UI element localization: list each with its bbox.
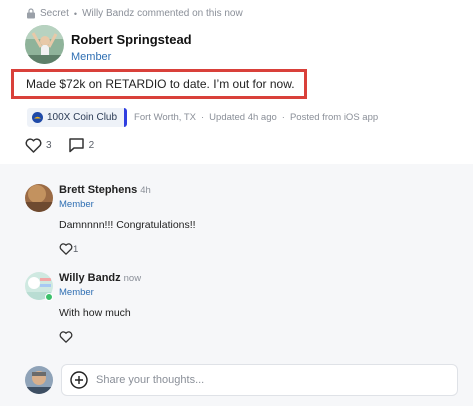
like-count: 3	[46, 139, 52, 151]
comment-like-button[interactable]	[59, 331, 141, 343]
heart-icon	[59, 243, 73, 255]
club-badge-icon	[32, 112, 43, 123]
post-author: Robert Springstead Member	[25, 25, 192, 64]
heart-icon	[25, 137, 42, 153]
comment-like-count: 1	[73, 243, 79, 255]
comment-time: now	[123, 273, 142, 284]
online-status-dot	[45, 293, 53, 301]
separator-dot: ·	[201, 112, 205, 123]
club-name: 100X Coin Club	[47, 112, 118, 123]
commenter-avatar[interactable]	[25, 184, 53, 212]
activity-user[interactable]: Willy Bandz	[82, 8, 134, 19]
commenter-name[interactable]: Willy Bandz	[59, 272, 121, 284]
plus-circle-icon[interactable]	[70, 371, 88, 389]
commenter-role: Member	[59, 199, 94, 210]
comment-input[interactable]	[96, 374, 436, 386]
activity-time: now	[224, 8, 243, 19]
post-location: Fort Worth, TX	[134, 112, 196, 123]
separator-dot: •	[73, 8, 78, 19]
comment-count: 2	[88, 139, 95, 151]
post-updated: Updated 4h ago	[209, 112, 277, 123]
post-activity-line: Secret • Willy Bandz commented on this n…	[26, 8, 243, 19]
post-source: Posted from iOS app	[289, 112, 379, 123]
comment-input-box[interactable]	[61, 364, 458, 396]
comment-time: 4h	[140, 185, 151, 196]
heart-icon	[59, 331, 73, 343]
activity-text: commented on this	[137, 8, 222, 19]
author-avatar[interactable]	[25, 25, 64, 64]
commenter-role: Member	[59, 287, 94, 298]
comment-text: With how much	[59, 307, 131, 319]
author-name[interactable]: Robert Springstead	[71, 32, 192, 47]
comment-text: Damnnnn!!! Congratulations!!	[59, 219, 196, 231]
visibility-label: Secret	[40, 8, 69, 19]
current-user-avatar	[25, 366, 53, 394]
comment-composer	[25, 364, 458, 396]
comment-button[interactable]: 2	[68, 137, 95, 153]
lock-icon	[27, 8, 35, 19]
comment-item: Brett Stephens 4h Member Damnnnn!!! Congr…	[25, 184, 196, 255]
post-body: Made $72k on RETARDIO to date. I’m out f…	[11, 69, 307, 99]
comment-icon	[68, 138, 84, 153]
post-actions: 3 2	[25, 137, 110, 153]
post-meta: 100X Coin Club Fort Worth, TX · Updated …	[27, 108, 378, 127]
like-button[interactable]: 3	[25, 137, 52, 153]
author-role: Member	[71, 51, 112, 63]
comment-like-button[interactable]: 1	[59, 243, 196, 255]
club-tag[interactable]: 100X Coin Club	[27, 108, 128, 127]
commenter-name[interactable]: Brett Stephens	[59, 184, 137, 196]
separator-dot: ·	[281, 112, 285, 123]
comment-item: Willy Bandz now Member With how much	[25, 272, 141, 343]
